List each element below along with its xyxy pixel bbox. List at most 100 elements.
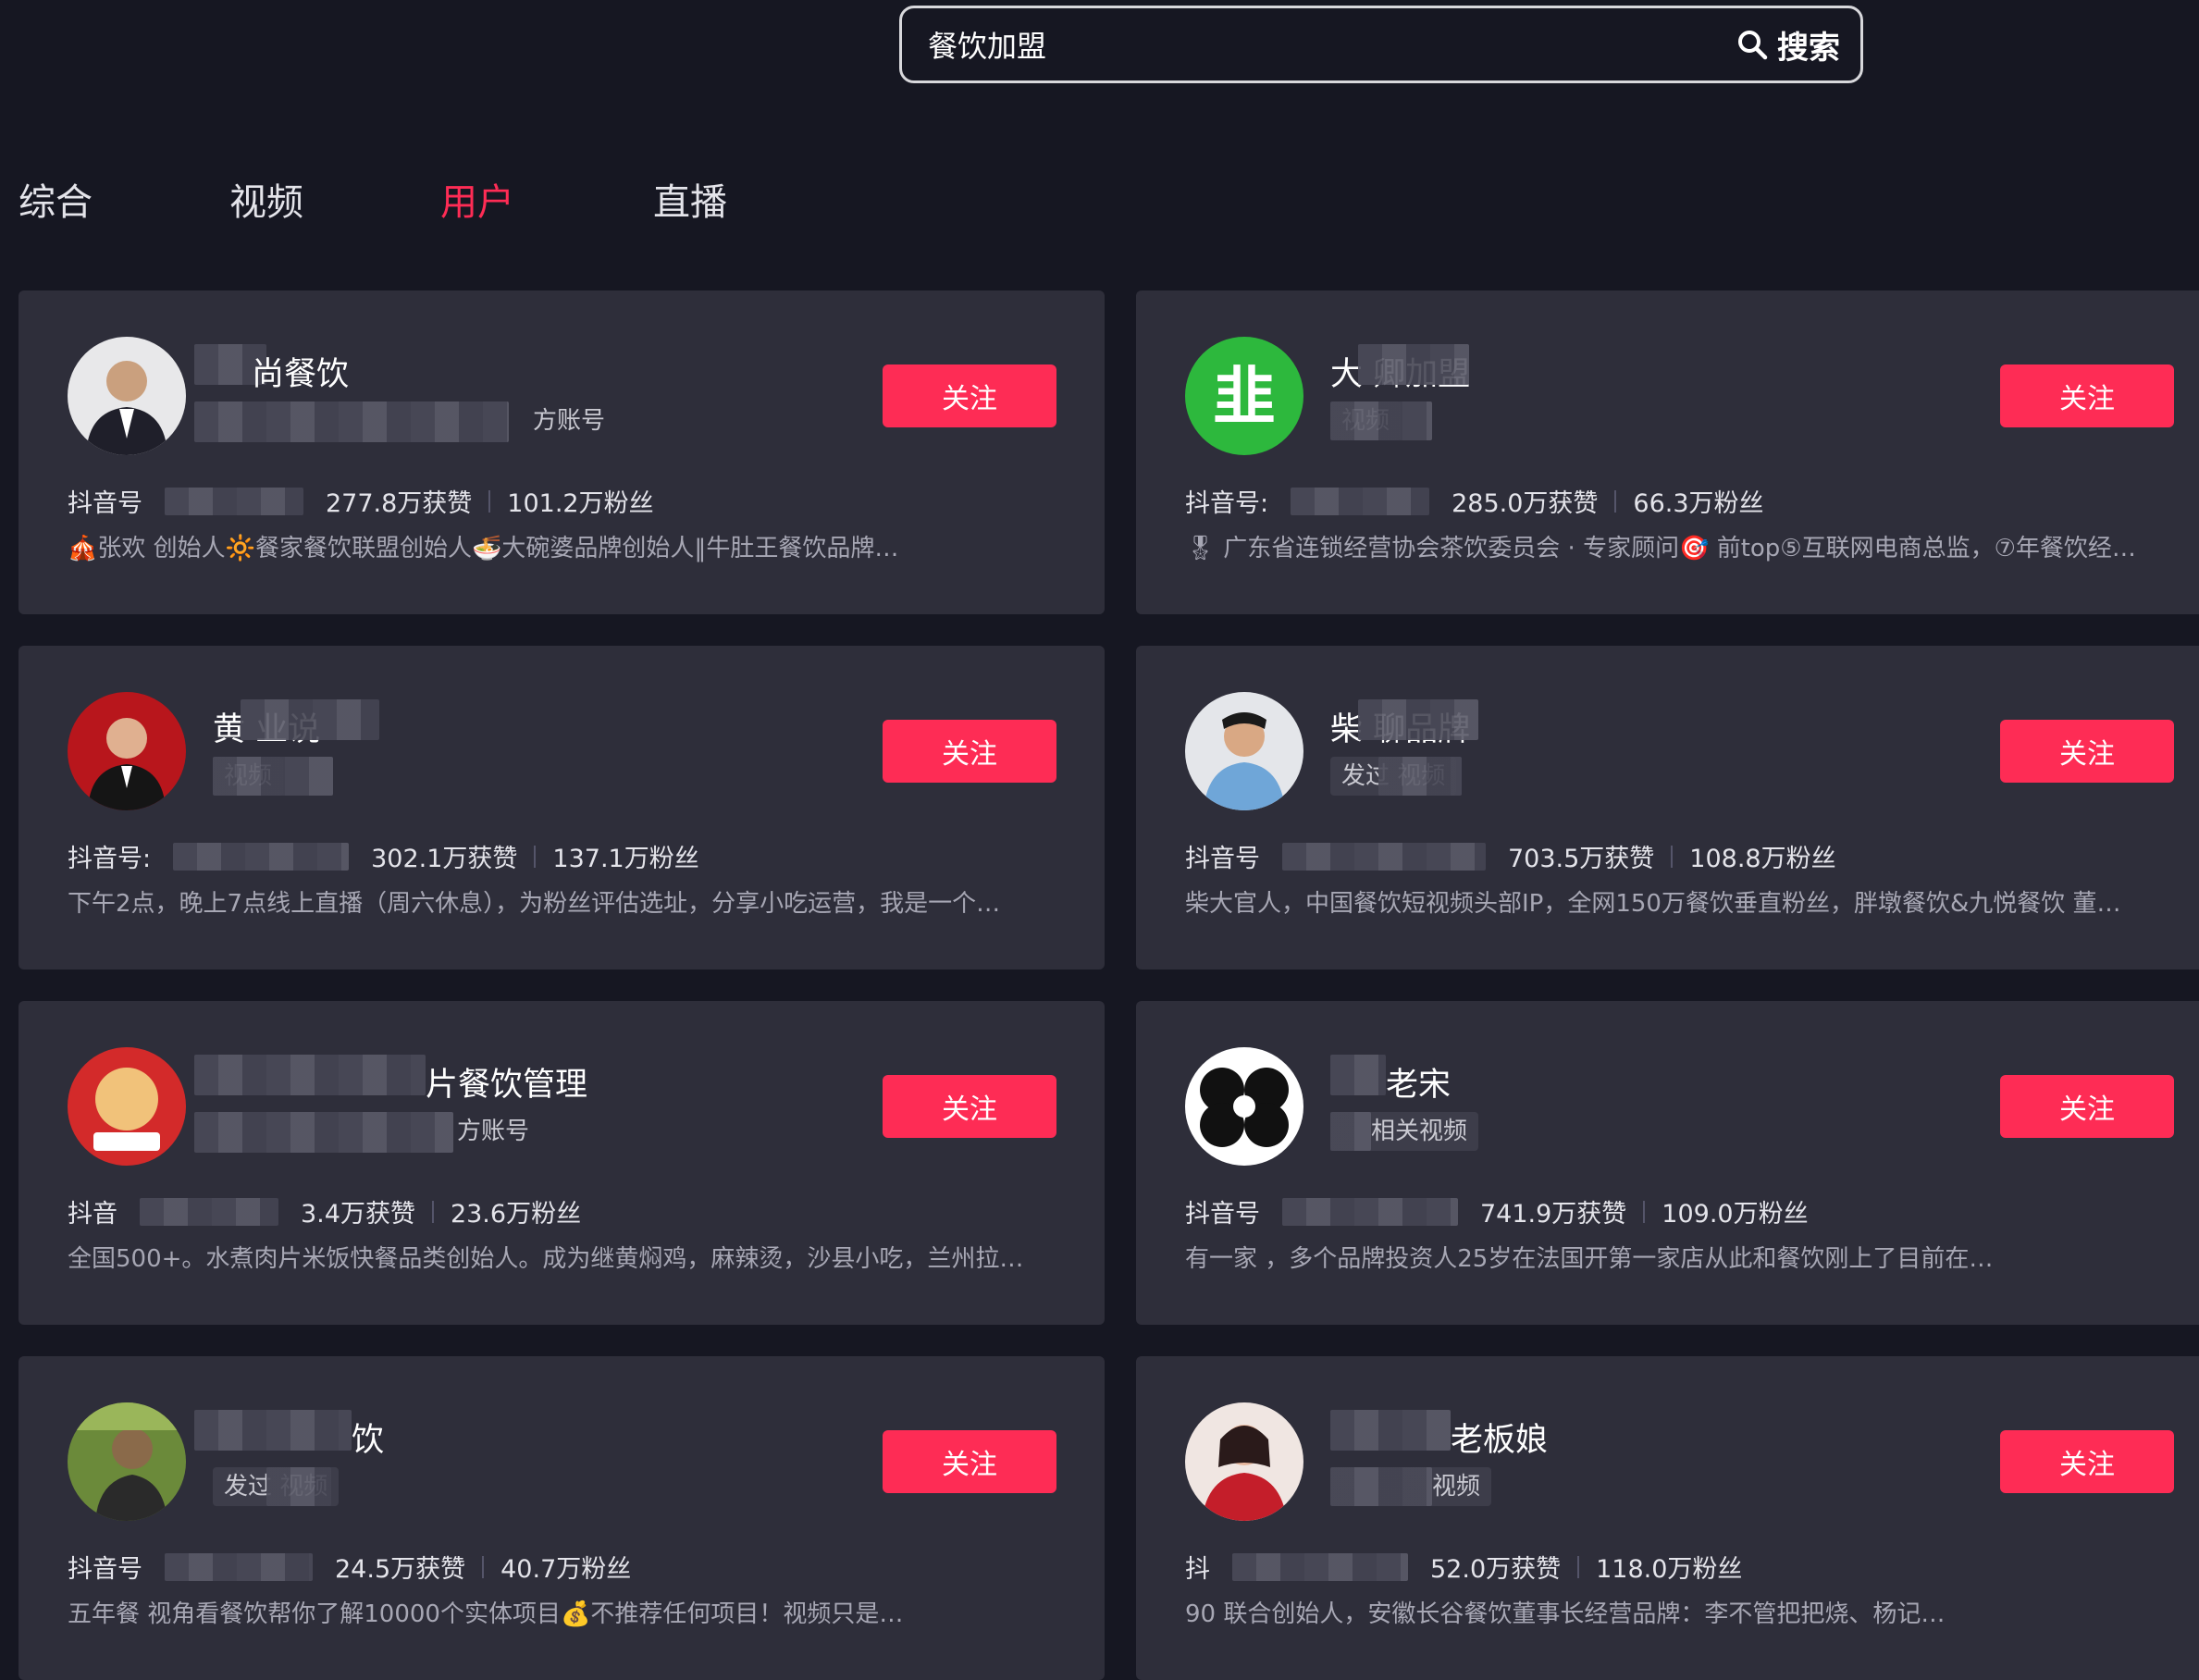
tab-video[interactable]: 视频: [229, 172, 303, 226]
divider: [1671, 845, 1674, 868]
black-white-logo-avatar[interactable]: [1185, 1047, 1303, 1166]
user-description: 有一家 ，多个品牌投资人25岁在法国开第一家店从此和餐饮刚上了目前在…: [1185, 1245, 1994, 1273]
tab-live[interactable]: 直播: [653, 172, 727, 226]
outdoor-avatar[interactable]: [68, 1402, 186, 1521]
blur-mask: [1358, 699, 1478, 740]
blur-mask: [1358, 344, 1469, 385]
account-label: 抖音号: [68, 489, 142, 518]
user-name[interactable]: 尚餐饮: [252, 348, 349, 395]
woman-red-avatar[interactable]: [1185, 1402, 1303, 1521]
user-description: 下午2点，晚上7点线上直播（周六休息），为粉丝评估选址，分享小吃运营，我是一个…: [68, 890, 1001, 918]
fans-count: 23.6万粉丝: [450, 1200, 582, 1229]
account-label: 抖音号: [1185, 845, 1260, 873]
user-stats: 抖音号 24.5万获赞 40.7万粉丝: [68, 1549, 631, 1585]
blur-mask: [140, 1197, 278, 1226]
user-description: 🎖 广东省连锁经营协会茶饮委员会 · 专家顾问🎯 前top⑤互联网电商总监，⑦年…: [1185, 535, 2136, 562]
blur-mask: [1330, 401, 1432, 440]
user-card[interactable]: 尚餐饮 方账号 关注 抖音号 277.8万获赞 101.2万粉丝 🎪张欢 创始人…: [19, 290, 1105, 614]
account-label: 抖音号:: [68, 845, 152, 873]
follow-button[interactable]: 关注: [2000, 1075, 2174, 1138]
user-card[interactable]: 黄 业说 视频 关注 抖音号: 302.1万获赞 137.1万粉丝 下午2点，晚…: [19, 646, 1105, 970]
blur-mask: [213, 757, 333, 796]
account-label: 抖音: [68, 1200, 117, 1229]
user-stats: 抖音号: 285.0万获赞 66.3万粉丝: [1185, 483, 1764, 519]
blur-mask: [194, 1112, 453, 1153]
fans-count: 40.7万粉丝: [500, 1555, 632, 1584]
divider: [431, 1200, 434, 1223]
user-stats: 抖音号 277.8万获赞 101.2万粉丝: [68, 483, 654, 519]
blur-mask: [1330, 1410, 1451, 1451]
account-label: 抖: [1185, 1555, 1210, 1584]
user-name[interactable]: 老板娘: [1451, 1414, 1548, 1461]
tab-user[interactable]: 用户: [440, 172, 514, 226]
blur-mask: [165, 487, 303, 515]
tab-comprehensive[interactable]: 综合: [19, 172, 93, 226]
red-brand-avatar[interactable]: [68, 1047, 186, 1166]
user-name[interactable]: 片餐饮管理: [426, 1058, 587, 1106]
svg-text:韭: 韭: [1213, 361, 1276, 434]
user-card[interactable]: 老板娘 视频 关注 抖 52.0万获赞 118.0万粉丝 90 联合创始人，安徽…: [1136, 1356, 2199, 1680]
user-card[interactable]: 饮 发过 视频 关注 抖音号 24.5万获赞 40.7万粉丝 五年餐 视角看餐饮…: [19, 1356, 1105, 1680]
likes-count: 24.5万获赞: [335, 1555, 466, 1584]
man-suit-avatar[interactable]: [68, 337, 186, 455]
search-button[interactable]: 搜索: [1723, 8, 1860, 80]
follow-button[interactable]: 关注: [2000, 720, 2174, 783]
likes-count: 302.1万获赞: [371, 845, 518, 873]
blur-mask: [165, 1552, 313, 1581]
divider: [488, 489, 491, 513]
user-description: 柴大官人，中国餐饮短视频头部IP，全网150万餐饮垂直粉丝，胖墩餐饮&九悦餐饮 …: [1185, 890, 2121, 918]
blur-mask: [1282, 842, 1486, 871]
blur-mask: [194, 401, 509, 442]
user-card[interactable]: 韭 大 卿加盟 视频 关注 抖音号: 285.0万获赞 66.3万粉丝 🎖 广东…: [1136, 290, 2199, 614]
user-stats: 抖音号: 302.1万获赞 137.1万粉丝: [68, 838, 699, 874]
search-input[interactable]: [902, 8, 1723, 80]
blur-mask: [1291, 487, 1430, 515]
user-card[interactable]: 柴 聊品牌 发过 视频 关注 抖音号 703.5万获赞 108.8万粉丝 柴大官…: [1136, 646, 2199, 970]
search-button-label: 搜索: [1777, 29, 1840, 67]
blur-mask: [1330, 1112, 1371, 1151]
divider: [1577, 1555, 1580, 1578]
likes-count: 52.0万获赞: [1430, 1555, 1562, 1584]
blue-shirt-avatar[interactable]: [1185, 692, 1303, 810]
likes-count: 285.0万获赞: [1452, 489, 1599, 518]
user-description: 🎪张欢 创始人🔆餐家餐饮联盟创始人🍜大碗婆品牌创始人‖牛肚王餐饮品牌…: [68, 535, 899, 562]
user-description: 五年餐 视角看餐饮帮你了解10000个实体项目💰不推荐任何项目！视频只是…: [68, 1600, 904, 1628]
follow-button[interactable]: 关注: [2000, 364, 2174, 427]
follow-button[interactable]: 关注: [883, 364, 1056, 427]
blur-mask: [1232, 1552, 1408, 1581]
user-stats: 抖音 3.4万获赞 23.6万粉丝: [68, 1193, 581, 1229]
account-label: 抖音号:: [1185, 489, 1269, 518]
blur-mask: [241, 699, 379, 740]
fans-count: 109.0万粉丝: [1662, 1200, 1809, 1229]
green-logo-avatar[interactable]: 韭: [1185, 337, 1303, 455]
user-card[interactable]: 片餐饮管理 方账号 关注 抖音 3.4万获赞 23.6万粉丝 全国500+。水煮…: [19, 1001, 1105, 1325]
user-tag: 方账号: [533, 407, 606, 435]
fans-count: 137.1万粉丝: [552, 845, 699, 873]
follow-button[interactable]: 关注: [883, 1430, 1056, 1493]
divider: [482, 1555, 485, 1578]
fans-count: 118.0万粉丝: [1596, 1555, 1743, 1584]
user-name[interactable]: 饮: [352, 1414, 384, 1461]
blur-mask: [194, 1055, 426, 1095]
account-label: 抖音号: [1185, 1200, 1260, 1229]
user-card[interactable]: 老宋 相关视频 关注 抖音号 741.9万获赞 109.0万粉丝 有一家 ，多个…: [1136, 1001, 2199, 1325]
fans-count: 108.8万粉丝: [1689, 845, 1836, 873]
search-icon: [1738, 31, 1768, 60]
user-stats: 抖音号 741.9万获赞 109.0万粉丝: [1185, 1193, 1809, 1229]
divider: [1614, 489, 1617, 513]
follow-button[interactable]: 关注: [2000, 1430, 2174, 1493]
likes-count: 277.8万获赞: [326, 489, 473, 518]
blur-mask: [1378, 757, 1462, 796]
user-description: 90 联合创始人，安徽长谷餐饮董事长经营品牌：李不管把把烧、杨记…: [1185, 1600, 1946, 1628]
blur-mask: [1330, 1055, 1386, 1095]
blur-mask: [1282, 1197, 1458, 1226]
follow-button[interactable]: 关注: [883, 1075, 1056, 1138]
fans-count: 101.2万粉丝: [507, 489, 654, 518]
fans-count: 66.3万粉丝: [1633, 489, 1764, 518]
follow-button[interactable]: 关注: [883, 720, 1056, 783]
divider: [534, 845, 537, 868]
red-background-avatar[interactable]: [68, 692, 186, 810]
blur-mask: [194, 1410, 352, 1451]
user-tag: 方账号: [457, 1118, 530, 1145]
user-name[interactable]: 老宋: [1386, 1058, 1451, 1106]
